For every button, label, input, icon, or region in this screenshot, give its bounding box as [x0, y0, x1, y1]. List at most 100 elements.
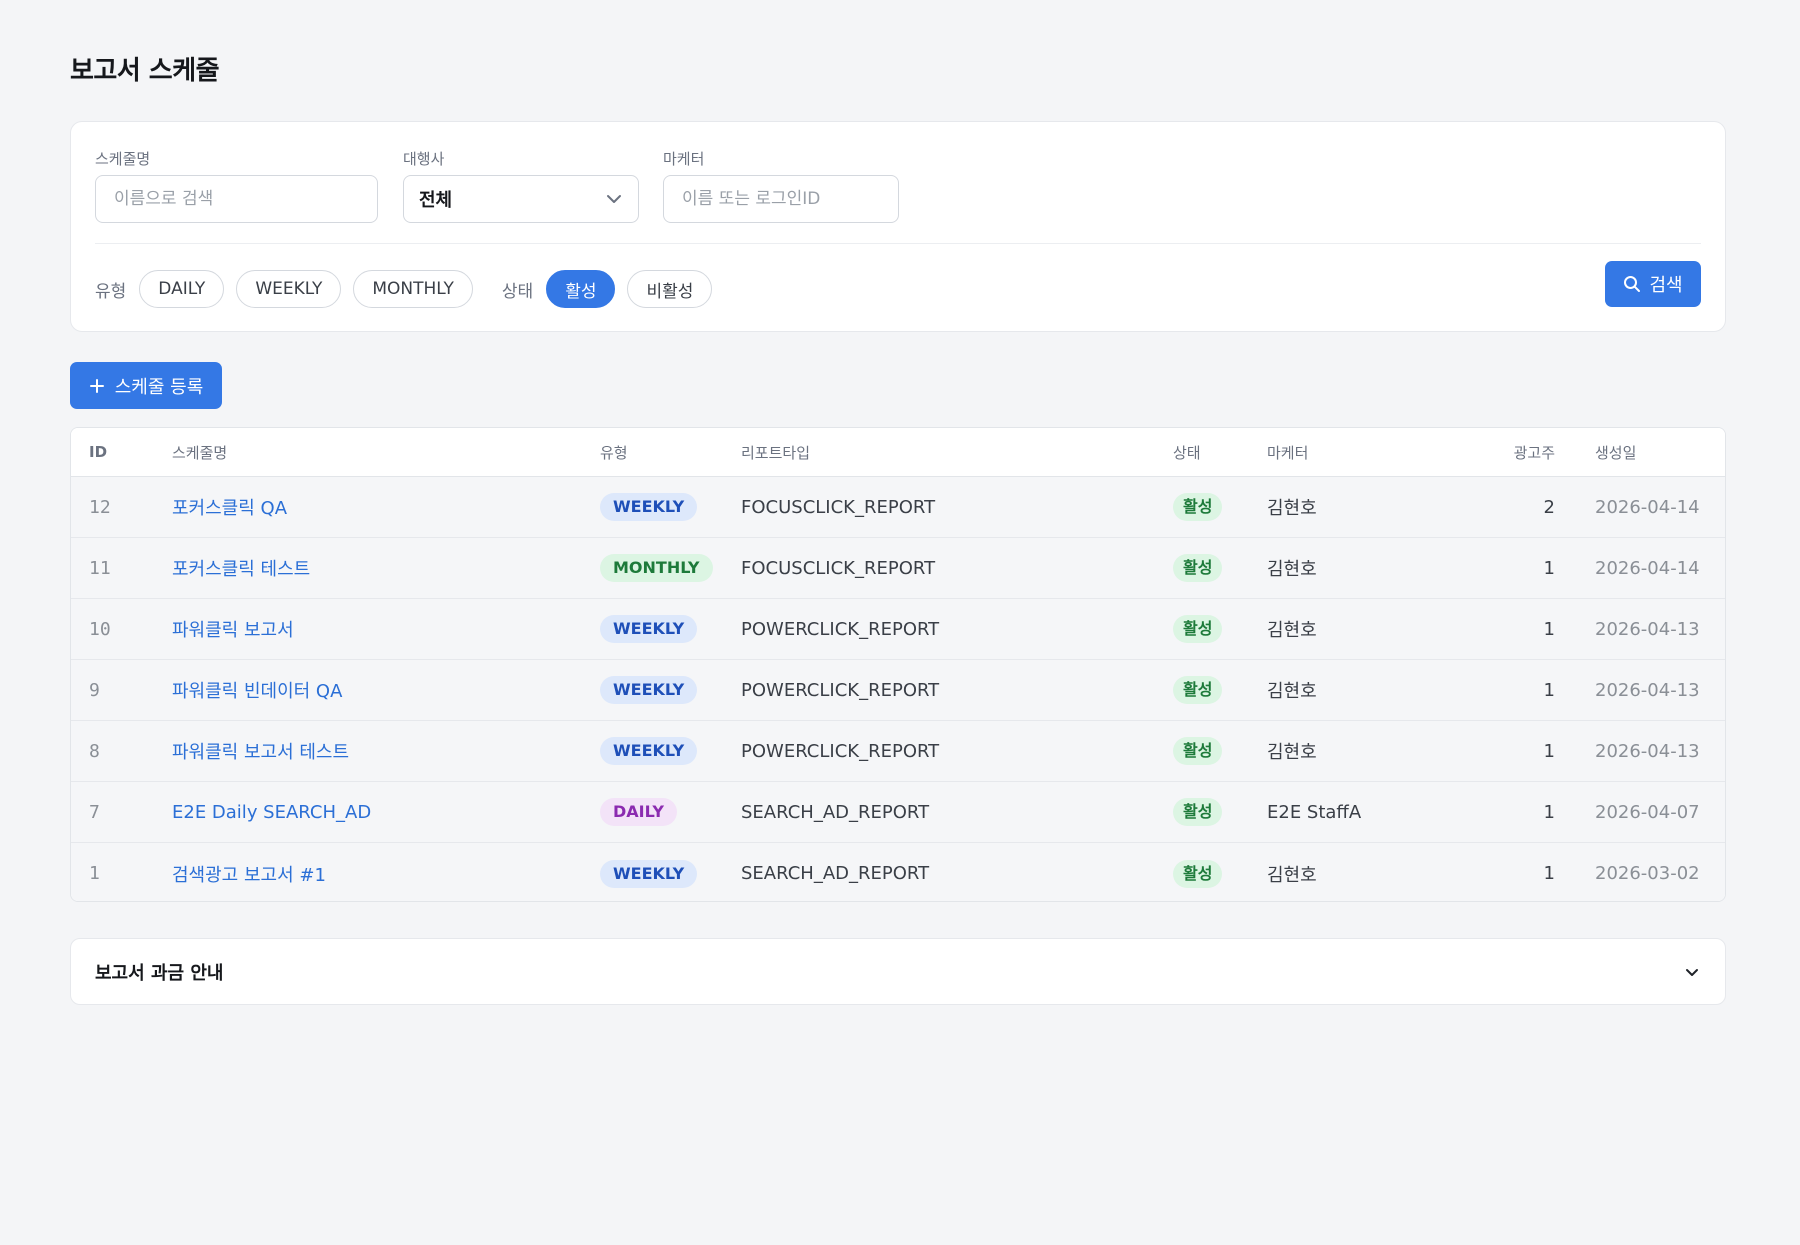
- type-badge: WEEKLY: [600, 615, 698, 643]
- page-title: 보고서 스케줄: [70, 56, 220, 86]
- type-filter-label: 유형: [95, 281, 127, 302]
- advertiser-count: 1: [1543, 740, 1555, 762]
- table-header: ID 스케줄명 유형 리포트타입 상태 마케터 광고주 생성일: [71, 428, 1725, 477]
- type-badge: WEEKLY: [600, 737, 698, 765]
- advertiser-count: 2: [1543, 496, 1555, 518]
- schedule-name-label: 스케줄명: [95, 150, 151, 168]
- created-date: 2026-03-02: [1595, 863, 1700, 884]
- created-date: 2026-04-14: [1595, 496, 1700, 518]
- schedule-name-input[interactable]: [95, 175, 378, 223]
- table-row[interactable]: 12 포커스클릭 QA WEEKLY FOCUSCLICK_REPORT 활성 김현호 2 2…: [71, 477, 1725, 538]
- marketer-label: 마케터: [663, 150, 705, 168]
- type-chip-weekly[interactable]: WEEKLY: [236, 270, 342, 308]
- created-date: 2026-04-07: [1595, 801, 1700, 823]
- advertiser-count: 1: [1543, 618, 1555, 640]
- status-badge: 활성: [1173, 676, 1223, 704]
- row-id: 9: [89, 679, 100, 701]
- col-schedule-name: 스케줄명: [172, 443, 228, 462]
- report-type: FOCUSCLICK_REPORT: [741, 557, 936, 579]
- col-type: 유형: [600, 443, 628, 462]
- col-marketer: 마케터: [1267, 443, 1309, 462]
- type-badge: WEEKLY: [600, 493, 698, 521]
- marketer-name: 김현호: [1267, 864, 1317, 886]
- table-row[interactable]: 8 파워클릭 보고서 테스트 WEEKLY POWERCLICK_REPORT 활성 김현…: [71, 721, 1725, 782]
- advertiser-count: 1: [1543, 557, 1555, 579]
- advertiser-count: 1: [1543, 801, 1555, 823]
- type-badge: MONTHLY: [600, 554, 713, 582]
- chevron-down-icon: [607, 195, 621, 203]
- row-id: 7: [89, 801, 100, 823]
- created-date: 2026-04-13: [1595, 740, 1700, 762]
- report-type: SEARCH_AD_REPORT: [741, 863, 930, 884]
- status-badge: 활성: [1173, 737, 1223, 765]
- status-badge: 활성: [1173, 493, 1223, 521]
- agency-label: 대행사: [403, 150, 445, 168]
- filter-panel: 스케줄명 대행사 전체 마케터 유형 DAILY WEEKLY MONTHLY …: [70, 121, 1726, 332]
- marketer-name: 김현호: [1267, 742, 1317, 763]
- col-advertisers: 광고주: [1513, 443, 1555, 462]
- row-id: 10: [89, 618, 111, 640]
- report-type: FOCUSCLICK_REPORT: [741, 496, 936, 518]
- marketer-name: E2E StaffA: [1267, 801, 1362, 823]
- schedule-name-field: 스케줄명: [95, 148, 378, 223]
- type-chip-daily[interactable]: DAILY: [139, 270, 225, 308]
- row-id: 1: [89, 863, 100, 884]
- marketer-field: 마케터: [663, 148, 899, 223]
- schedule-table: ID 스케줄명 유형 리포트타입 상태 마케터 광고주 생성일 12 포커스클릭 …: [70, 427, 1726, 902]
- type-badge: DAILY: [600, 798, 677, 826]
- table-row[interactable]: 11 포커스클릭 테스트 MONTHLY FOCUSCLICK_REPORT 활성 김현호…: [71, 538, 1725, 599]
- search-button[interactable]: 검색: [1605, 261, 1701, 307]
- billing-info-title: 보고서 과금 안내: [95, 962, 224, 984]
- billing-info-accordion[interactable]: 보고서 과금 안내: [70, 938, 1726, 1005]
- created-date: 2026-04-13: [1595, 679, 1700, 701]
- marketer-name: 김현호: [1267, 620, 1317, 641]
- search-button-label: 검색: [1649, 275, 1683, 296]
- schedule-name-link[interactable]: 포커스클릭 QA: [172, 494, 287, 520]
- advertiser-count: 1: [1543, 863, 1555, 884]
- schedule-name-link[interactable]: 검색광고 보고서 #1: [172, 861, 326, 887]
- schedule-name-link[interactable]: 파워클릭 빈데이터 QA: [172, 677, 342, 703]
- marketer-input[interactable]: [663, 175, 899, 223]
- row-id: 11: [89, 557, 111, 579]
- agency-field: 대행사 전체: [403, 148, 639, 223]
- status-filter-label: 상태: [501, 281, 534, 302]
- status-badge: 활성: [1173, 859, 1223, 888]
- add-schedule-label: 스케줄 등록: [114, 376, 204, 398]
- report-type: SEARCH_AD_REPORT: [741, 801, 930, 823]
- table-body: 12 포커스클릭 QA WEEKLY FOCUSCLICK_REPORT 활성 김현호 2 2…: [71, 477, 1725, 901]
- filter-chip-row: 유형 DAILY WEEKLY MONTHLY 상태 활성 비활성: [95, 269, 724, 309]
- report-type: POWERCLICK_REPORT: [741, 618, 940, 640]
- table-row[interactable]: 9 파워클릭 빈데이터 QA WEEKLY POWERCLICK_REPORT 활성 김현…: [71, 660, 1725, 721]
- agency-select-value: 전체: [419, 190, 453, 211]
- marketer-name: 김현호: [1267, 498, 1317, 519]
- row-id: 12: [89, 496, 111, 518]
- search-icon: [1624, 276, 1641, 292]
- schedule-name-link[interactable]: 파워클릭 보고서: [172, 616, 294, 642]
- col-report-type: 리포트타입: [741, 443, 811, 462]
- schedule-name-link[interactable]: 포커스클릭 테스트: [172, 555, 310, 581]
- status-chip-active[interactable]: 활성: [546, 270, 616, 308]
- col-id: ID: [89, 443, 108, 461]
- advertiser-count: 1: [1543, 679, 1555, 701]
- type-badge: WEEKLY: [600, 676, 698, 704]
- status-badge: 활성: [1173, 798, 1223, 826]
- col-status: 상태: [1173, 443, 1201, 462]
- col-created: 생성일: [1595, 443, 1637, 462]
- table-row[interactable]: 7 E2E Daily SEARCH_AD DAILY SEARCH_AD_REPOR…: [71, 782, 1725, 843]
- schedule-name-link[interactable]: 파워클릭 보고서 테스트: [172, 738, 349, 764]
- type-chip-monthly[interactable]: MONTHLY: [353, 270, 473, 308]
- marketer-name: 김현호: [1267, 559, 1317, 580]
- type-badge: WEEKLY: [600, 859, 698, 888]
- marketer-name: 김현호: [1267, 681, 1317, 702]
- report-type: POWERCLICK_REPORT: [741, 679, 940, 701]
- table-row[interactable]: 1 검색광고 보고서 #1 WEEKLY SEARCH_AD_REPORT 활성 김현호 1…: [71, 843, 1725, 901]
- created-date: 2026-04-14: [1595, 557, 1700, 579]
- status-badge: 활성: [1173, 615, 1223, 643]
- add-schedule-button[interactable]: 스케줄 등록: [70, 362, 222, 409]
- status-badge: 활성: [1173, 554, 1223, 582]
- schedule-name-link[interactable]: E2E Daily SEARCH_AD: [172, 802, 371, 823]
- row-id: 8: [89, 740, 100, 762]
- table-row[interactable]: 10 파워클릭 보고서 WEEKLY POWERCLICK_REPORT 활성 김현호 1 2…: [71, 599, 1725, 660]
- agency-select[interactable]: 전체: [403, 175, 639, 223]
- status-chip-inactive[interactable]: 비활성: [627, 270, 713, 308]
